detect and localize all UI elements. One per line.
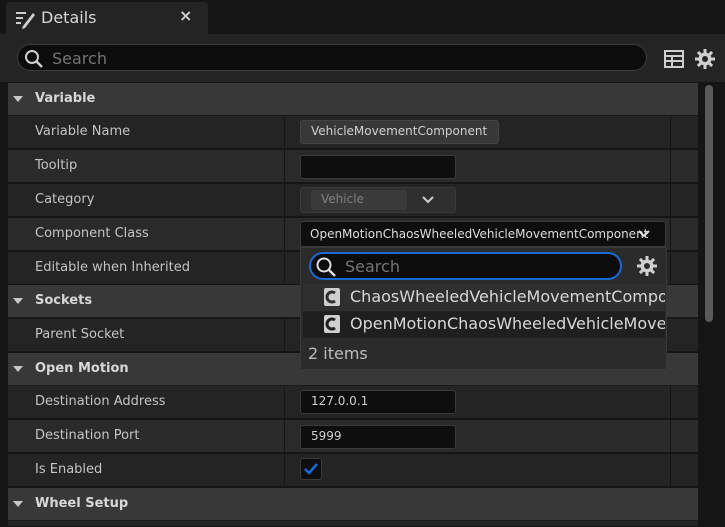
category-wheel-setup[interactable]: Wheel Setup <box>8 488 698 521</box>
column-splitter[interactable] <box>284 319 285 353</box>
tooltip-field[interactable] <box>300 155 456 179</box>
property-label: Destination Port <box>35 428 140 443</box>
tab-title: Details <box>41 8 97 27</box>
search-input[interactable] <box>52 47 632 69</box>
class-option[interactable]: ChaosWheeledVehicleMovementComponent <box>303 284 665 311</box>
chevron-down-icon <box>422 196 434 204</box>
property-row-is-enabled: Is Enabled <box>8 454 698 487</box>
variable-name-field[interactable]: VehicleMovementComponent <box>300 120 499 144</box>
search-icon <box>316 257 336 277</box>
category-label: Sockets <box>35 293 93 308</box>
item-count: 2 items <box>308 344 368 363</box>
gear-icon[interactable] <box>636 255 658 277</box>
chevron-down-icon <box>13 501 23 507</box>
property-label: Editable when Inherited <box>35 260 190 275</box>
category-variable[interactable]: Variable <box>8 83 698 116</box>
property-row-partial <box>8 521 698 527</box>
class-picker-search-input[interactable] <box>345 256 605 276</box>
search-icon <box>25 50 43 68</box>
category-label: Wheel Setup <box>35 496 129 511</box>
close-icon[interactable]: × <box>179 6 192 25</box>
table-view-icon[interactable] <box>664 50 684 68</box>
class-icon <box>324 288 340 306</box>
column-splitter[interactable] <box>284 116 285 285</box>
category-value: Vehicle <box>311 190 407 210</box>
column-splitter <box>670 386 671 488</box>
chevron-down-icon <box>638 230 650 238</box>
property-label: Tooltip <box>35 158 78 173</box>
property-label: Component Class <box>35 226 149 241</box>
property-label: Parent Socket <box>35 327 125 342</box>
class-option[interactable]: OpenMotionChaosWheeledVehicleMovementCom… <box>303 311 665 338</box>
gear-icon[interactable] <box>694 48 716 70</box>
checkmark-icon <box>304 463 318 475</box>
destination-address-field[interactable]: 127.0.0.1 <box>300 390 456 414</box>
class-option-label: ChaosWheeledVehicleMovementComponent <box>350 287 665 306</box>
chevron-down-icon <box>13 96 23 102</box>
class-icon <box>324 315 340 333</box>
category-label: Open Motion <box>35 361 129 376</box>
destination-port-field[interactable]: 5999 <box>300 425 456 449</box>
property-label: Is Enabled <box>35 462 103 477</box>
pencil-icon <box>16 12 35 29</box>
column-splitter <box>670 116 671 285</box>
category-label: Variable <box>35 91 96 106</box>
class-option-label: OpenMotionChaosWheeledVehicleMovementCom… <box>350 314 665 333</box>
component-class-value: OpenMotionChaosWheeledVehicleMovementCom… <box>310 227 649 241</box>
column-splitter[interactable] <box>284 386 285 488</box>
details-tab[interactable]: Details × <box>6 2 208 34</box>
chevron-down-icon <box>13 366 23 372</box>
property-label: Category <box>35 192 95 207</box>
scrollbar-thumb[interactable] <box>705 85 713 322</box>
property-label: Destination Address <box>35 394 166 409</box>
chevron-down-icon <box>13 298 23 304</box>
property-label: Variable Name <box>35 124 131 139</box>
is-enabled-checkbox[interactable] <box>300 458 322 480</box>
